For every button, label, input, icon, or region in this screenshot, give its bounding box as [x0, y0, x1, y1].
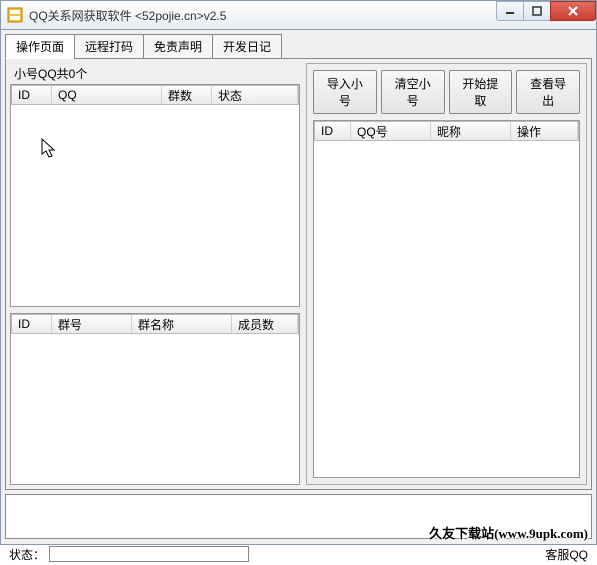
- tab-devlog[interactable]: 开发日记: [212, 34, 282, 59]
- window-title: QQ关系网获取软件 <52pojie.cn>v2.5: [29, 7, 497, 24]
- col-status[interactable]: 状态: [212, 86, 298, 104]
- close-button[interactable]: [550, 1, 596, 21]
- tab-operation[interactable]: 操作页面: [5, 34, 75, 59]
- window-controls: [497, 1, 596, 29]
- watermark: 久友下载站(www.9upk.com): [429, 523, 588, 542]
- maximize-button[interactable]: [523, 1, 551, 21]
- col-groupno[interactable]: 群号: [52, 315, 132, 333]
- col-nick[interactable]: 昵称: [431, 122, 511, 140]
- clear-button[interactable]: 清空小号: [381, 70, 445, 114]
- export-button[interactable]: 查看导出: [516, 70, 580, 114]
- tab-disclaimer[interactable]: 免责声明: [143, 34, 213, 59]
- app-icon: [7, 7, 23, 23]
- groups-body: [11, 334, 299, 484]
- titlebar: QQ关系网获取软件 <52pojie.cn>v2.5: [0, 0, 597, 30]
- groups-header: ID 群号 群名称 成员数: [11, 314, 299, 334]
- col-id[interactable]: ID: [315, 122, 351, 140]
- statusbar: 状态： 客服QQ: [5, 543, 592, 565]
- results-body: [314, 141, 579, 477]
- accounts-caption: 小号QQ共0个: [10, 63, 300, 84]
- accounts-header: ID QQ 群数 状态: [11, 85, 299, 105]
- tab-content: 小号QQ共0个 ID QQ 群数 状态 ID 群号 群名称: [5, 58, 592, 490]
- tab-remote[interactable]: 远程打码: [74, 34, 144, 59]
- results-list[interactable]: ID QQ号 昵称 操作: [313, 120, 580, 478]
- col-members[interactable]: 成员数: [232, 315, 298, 333]
- results-header: ID QQ号 昵称 操作: [314, 121, 579, 141]
- start-button[interactable]: 开始提取: [449, 70, 513, 114]
- tab-bar: 操作页面 远程打码 免责声明 开发日记: [5, 34, 592, 59]
- minimize-button[interactable]: [496, 1, 524, 21]
- col-qq[interactable]: QQ: [52, 86, 162, 104]
- status-input[interactable]: [49, 546, 249, 562]
- col-id[interactable]: ID: [12, 86, 52, 104]
- status-label: 状态：: [9, 546, 45, 563]
- action-buttons: 导入小号 清空小号 开始提取 查看导出: [313, 70, 580, 114]
- right-panel: 导入小号 清空小号 开始提取 查看导出 ID QQ号 昵称 操作: [306, 63, 587, 485]
- col-qqno[interactable]: QQ号: [351, 122, 431, 140]
- groups-list[interactable]: ID 群号 群名称 成员数: [10, 313, 300, 485]
- col-id[interactable]: ID: [12, 315, 52, 333]
- accounts-list[interactable]: ID QQ 群数 状态: [10, 84, 300, 307]
- kf-label: 客服QQ: [545, 546, 588, 563]
- import-button[interactable]: 导入小号: [313, 70, 377, 114]
- col-op[interactable]: 操作: [511, 122, 578, 140]
- col-groupname[interactable]: 群名称: [132, 315, 232, 333]
- col-groups[interactable]: 群数: [162, 86, 212, 104]
- client-area: 操作页面 远程打码 免责声明 开发日记 小号QQ共0个 ID QQ 群数 状态: [0, 30, 597, 545]
- accounts-body: [11, 105, 299, 306]
